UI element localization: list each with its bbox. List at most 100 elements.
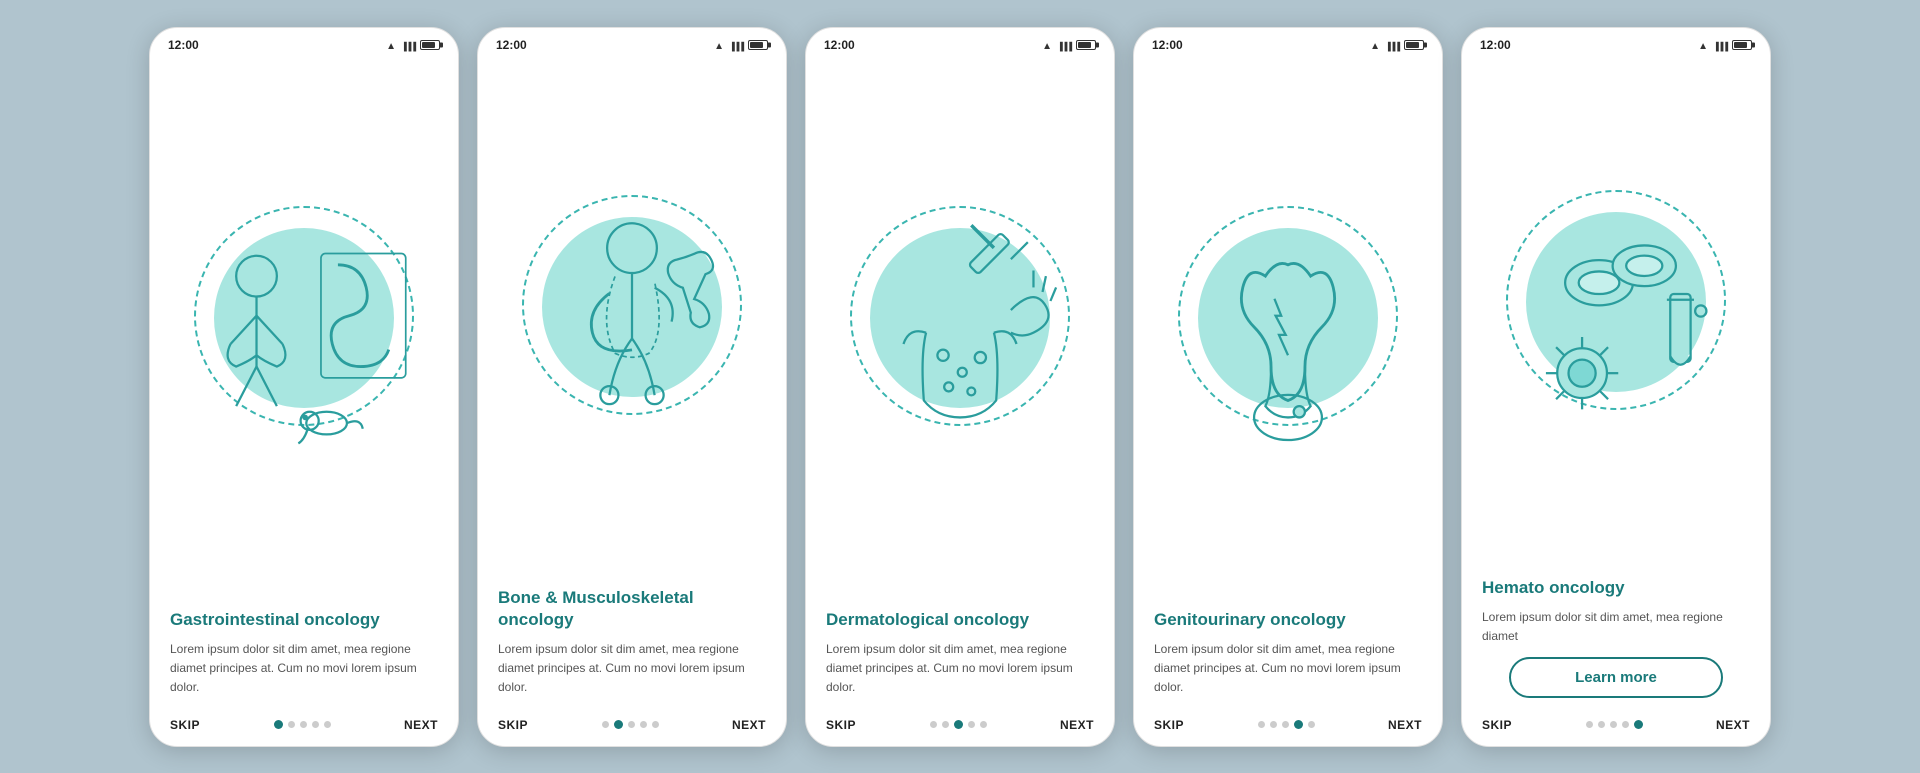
svg-genitourinary [1144, 197, 1432, 457]
phone-card-1: 12:00 [149, 27, 459, 747]
dot-5-5 [1634, 720, 1643, 729]
phone-card-3: 12:00 [805, 27, 1115, 747]
dot-4-5 [1308, 721, 1315, 728]
signal-icon-4 [1385, 38, 1399, 52]
dot-4-2 [1270, 721, 1277, 728]
status-icons-2 [714, 38, 768, 52]
svg-hemato [1472, 181, 1760, 441]
dot-1-1 [274, 720, 283, 729]
skip-button-2[interactable]: SKIP [498, 718, 528, 732]
card-text-2: Lorem ipsum dolor sit dim amet, mea regi… [498, 640, 766, 698]
dot-3-4 [968, 721, 975, 728]
dot-2-3 [628, 721, 635, 728]
skip-button-3[interactable]: SKIP [826, 718, 856, 732]
battery-icon-4 [1404, 40, 1424, 50]
status-icons-5 [1698, 38, 1752, 52]
next-button-3[interactable]: NEXT [1060, 718, 1094, 732]
illustration-1 [150, 58, 458, 597]
nav-bar-2: SKIP NEXT [478, 708, 786, 746]
status-bar-3: 12:00 [806, 28, 1114, 58]
dot-4-3 [1282, 721, 1289, 728]
dot-5-1 [1586, 721, 1593, 728]
signal-icon-2 [729, 38, 743, 52]
card-text-4: Lorem ipsum dolor sit dim amet, mea regi… [1154, 640, 1422, 698]
dots-4 [1258, 720, 1315, 729]
card-text-3: Lorem ipsum dolor sit dim amet, mea regi… [826, 640, 1094, 698]
phone-card-4: 12:00 [1133, 27, 1443, 747]
dot-1-3 [300, 721, 307, 728]
battery-icon-3 [1076, 40, 1096, 50]
signal-icon-1 [401, 38, 415, 52]
status-icons-1 [386, 38, 440, 52]
dot-2-1 [602, 721, 609, 728]
next-button-4[interactable]: NEXT [1388, 718, 1422, 732]
dot-3-2 [942, 721, 949, 728]
wifi-icon-5 [1698, 38, 1708, 52]
nav-bar-1: SKIP NEXT [150, 708, 458, 746]
status-bar-2: 12:00 [478, 28, 786, 58]
phones-container: 12:00 [129, 7, 1791, 767]
content-2: Bone & Musculoskeletal oncology Lorem ip… [478, 575, 786, 707]
next-button-5[interactable]: NEXT [1716, 718, 1750, 732]
wifi-icon-3 [1042, 38, 1052, 52]
learn-more-button[interactable]: Learn more [1509, 657, 1723, 698]
status-bar-5: 12:00 [1462, 28, 1770, 58]
wifi-icon-1 [386, 38, 396, 52]
skip-button-1[interactable]: SKIP [170, 718, 200, 732]
dot-1-2 [288, 721, 295, 728]
dot-1-4 [312, 721, 319, 728]
svg-gastrointestinal [160, 197, 448, 457]
illustration-3 [806, 58, 1114, 597]
card-text-1: Lorem ipsum dolor sit dim amet, mea regi… [170, 640, 438, 698]
dots-2 [602, 720, 659, 729]
dot-2-4 [640, 721, 647, 728]
time-label-3: 12:00 [824, 38, 855, 52]
dot-5-3 [1610, 721, 1617, 728]
content-3: Dermatological oncology Lorem ipsum dolo… [806, 597, 1114, 708]
skip-button-5[interactable]: SKIP [1482, 718, 1512, 732]
nav-bar-4: SKIP NEXT [1134, 708, 1442, 746]
content-5: Hemato oncology Lorem ipsum dolor sit di… [1462, 565, 1770, 708]
skip-button-4[interactable]: SKIP [1154, 718, 1184, 732]
illustration-5 [1462, 58, 1770, 565]
dots-1 [274, 720, 331, 729]
illustration-2 [478, 58, 786, 576]
status-icons-4 [1370, 38, 1424, 52]
dot-5-2 [1598, 721, 1605, 728]
status-bar-4: 12:00 [1134, 28, 1442, 58]
card-title-3: Dermatological oncology [826, 609, 1094, 630]
phone-card-2: 12:00 [477, 27, 787, 747]
time-label-5: 12:00 [1480, 38, 1511, 52]
dot-3-5 [980, 721, 987, 728]
card-title-5: Hemato oncology [1482, 577, 1750, 598]
signal-icon-5 [1713, 38, 1727, 52]
card-title-4: Genitourinary oncology [1154, 609, 1422, 630]
card-title-1: Gastrointestinal oncology [170, 609, 438, 630]
battery-icon-1 [420, 40, 440, 50]
battery-icon-2 [748, 40, 768, 50]
next-button-1[interactable]: NEXT [404, 718, 438, 732]
content-4: Genitourinary oncology Lorem ipsum dolor… [1134, 597, 1442, 708]
dots-5 [1586, 720, 1643, 729]
illustration-4 [1134, 58, 1442, 597]
status-icons-3 [1042, 38, 1096, 52]
signal-icon-3 [1057, 38, 1071, 52]
wifi-icon-2 [714, 38, 724, 52]
dots-3 [930, 720, 987, 729]
phone-card-5: 12:00 [1461, 27, 1771, 747]
wifi-icon-4 [1370, 38, 1380, 52]
dot-4-1 [1258, 721, 1265, 728]
card-title-2: Bone & Musculoskeletal oncology [498, 587, 766, 630]
next-button-2[interactable]: NEXT [732, 718, 766, 732]
dot-5-4 [1622, 721, 1629, 728]
time-label-2: 12:00 [496, 38, 527, 52]
dot-4-4 [1294, 720, 1303, 729]
battery-icon-5 [1732, 40, 1752, 50]
dot-3-1 [930, 721, 937, 728]
dot-3-3 [954, 720, 963, 729]
status-bar-1: 12:00 [150, 28, 458, 58]
nav-bar-3: SKIP NEXT [806, 708, 1114, 746]
svg-dermatological [816, 197, 1104, 457]
content-1: Gastrointestinal oncology Lorem ipsum do… [150, 597, 458, 708]
svg-bone [488, 186, 776, 446]
